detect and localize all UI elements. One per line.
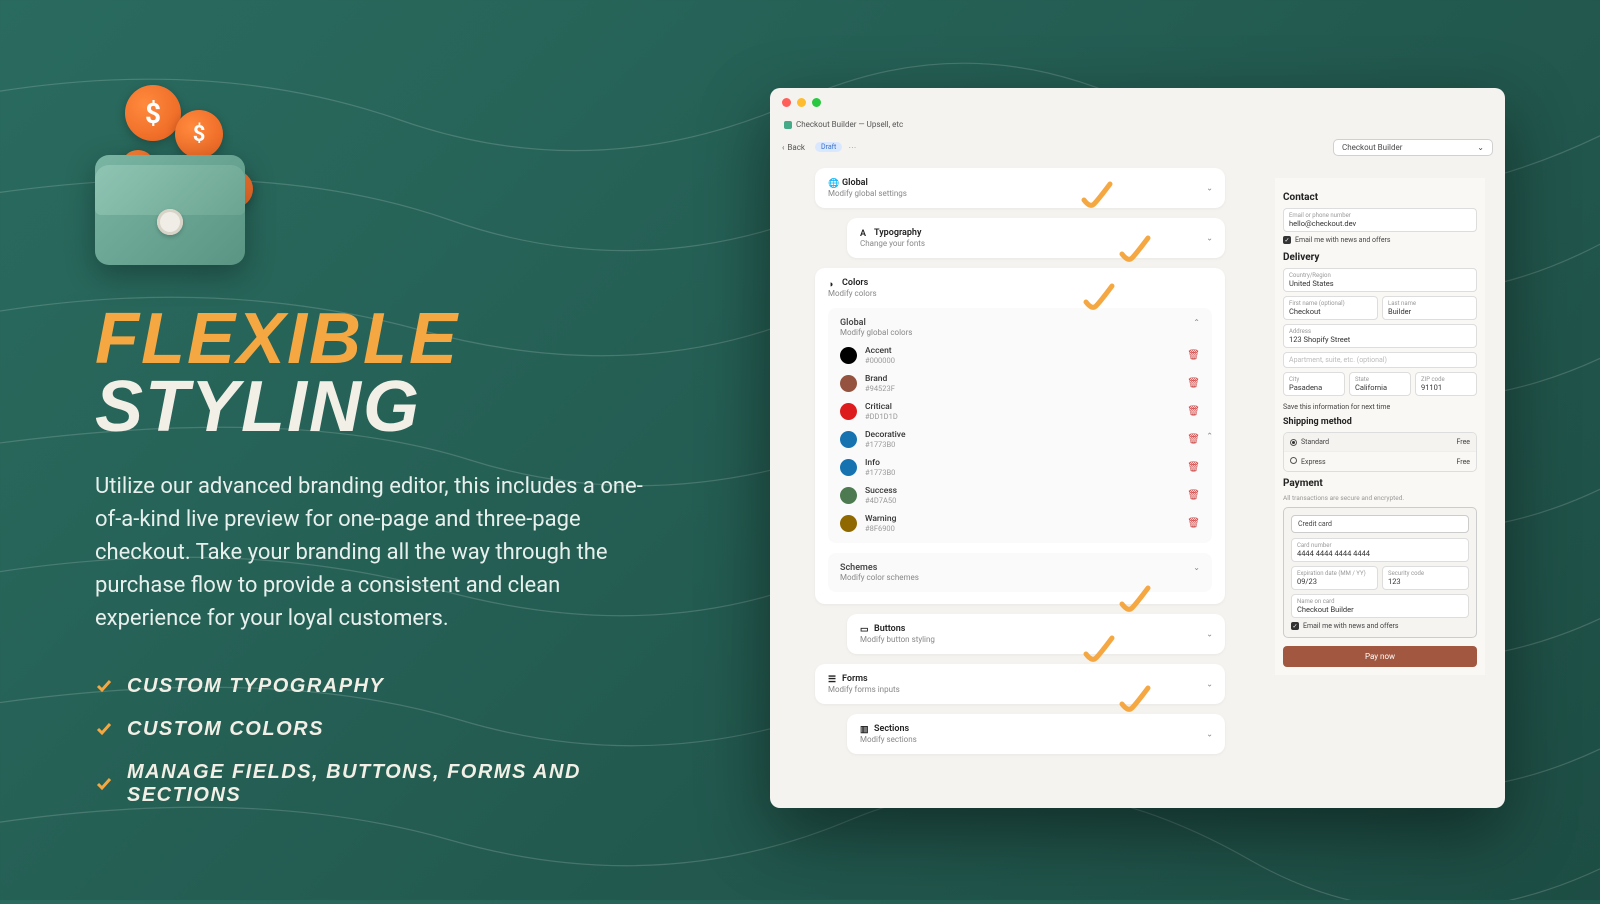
color-row[interactable]: Warning#8F6900🗑 [840, 514, 1200, 533]
color-row[interactable]: Decorative#1773B0🗑 [840, 430, 1200, 449]
trash-icon[interactable]: 🗑 [1187, 434, 1200, 445]
wallet-illustration: $$$$ [95, 85, 275, 265]
color-swatch [840, 403, 857, 420]
trash-icon[interactable]: 🗑 [1187, 350, 1200, 361]
trash-icon[interactable]: 🗑 [1187, 490, 1200, 501]
chevron-up-icon[interactable]: ⌃ [1193, 318, 1200, 327]
swoosh-icon [1118, 234, 1154, 270]
panel-forms[interactable]: ☰Forms Modify forms inputs ⌄ [815, 664, 1225, 704]
trash-icon[interactable]: 🗑 [1187, 406, 1200, 417]
chevron-down-icon: ⌄ [1206, 630, 1213, 639]
headline: FLEXIBLE STYLING [95, 305, 675, 442]
description: Utilize our advanced branding editor, th… [95, 470, 655, 635]
last-name-field[interactable]: Last nameBuilder [1382, 296, 1477, 320]
more-icon[interactable]: ⋯ [848, 143, 856, 152]
color-swatch [840, 431, 857, 448]
panel-colors[interactable]: ◑Colors Modify colors ⌃ GlobalModify glo… [815, 268, 1225, 604]
check-icon [95, 775, 113, 793]
swoosh-icon [1082, 634, 1118, 670]
swoosh-icon [1082, 282, 1118, 318]
email-field[interactable]: Email or phone numberhello@checkout.dev [1283, 208, 1477, 232]
check-icon [95, 677, 113, 695]
form-icon: ☰ [828, 675, 837, 684]
color-swatch [840, 459, 857, 476]
color-row[interactable]: Critical#DD1D1D🗑 [840, 402, 1200, 421]
swoosh-icon [1080, 180, 1116, 216]
app-window: Checkout Builder — Upsell, etc ‹Back Dra… [770, 88, 1505, 808]
color-swatch [840, 375, 857, 392]
swoosh-icon [1118, 584, 1154, 620]
chevron-down-icon: ⌄ [1206, 680, 1213, 689]
payment-heading: Payment [1283, 478, 1477, 489]
zip-field[interactable]: ZIP code91101 [1415, 372, 1477, 396]
state-field[interactable]: StateCalifornia [1349, 372, 1411, 396]
expiry-field[interactable]: Expiration date (MM / YY)09/23 [1291, 566, 1378, 590]
address-field[interactable]: Address123 Shopify Street [1283, 324, 1477, 348]
city-field[interactable]: CityPasadena [1283, 372, 1345, 396]
button-icon: ▭ [860, 625, 869, 634]
marketing-panel: $$$$ FLEXIBLE STYLING Utilize our advanc… [95, 85, 675, 827]
save-info-text: Save this information for next time [1283, 403, 1477, 411]
trash-icon[interactable]: 🗑 [1187, 518, 1200, 529]
panel-global[interactable]: 🌐Global Modify global settings ⌄ [815, 168, 1225, 208]
colors-schemes-section[interactable]: SchemesModify color schemes ⌄ [828, 553, 1212, 592]
checkout-preview: Contact Email or phone numberhello@check… [1275, 178, 1485, 675]
globe-icon: 🌐 [828, 179, 837, 188]
color-row[interactable]: Brand#94523F🗑 [840, 374, 1200, 393]
colors-global-section: GlobalModify global colors⌃ Accent#00000… [828, 308, 1212, 543]
chevron-left-icon: ‹ [782, 143, 784, 152]
payment-note: All transactions are secure and encrypte… [1283, 494, 1477, 502]
chevron-down-icon: ⌄ [1206, 730, 1213, 739]
shipping-heading: Shipping method [1283, 417, 1477, 427]
checkout-selector[interactable]: Checkout Builder⌄ [1333, 139, 1493, 156]
chevron-down-icon: ⌄ [1206, 184, 1213, 193]
swoosh-icon [1118, 684, 1154, 720]
check-icon [95, 720, 113, 738]
trash-icon[interactable]: 🗑 [1187, 378, 1200, 389]
trash-icon[interactable]: 🗑 [1187, 462, 1200, 473]
shipping-standard[interactable]: StandardFree [1284, 433, 1476, 452]
pay-now-button[interactable]: Pay now [1283, 646, 1477, 667]
shipping-express[interactable]: ExpressFree [1284, 452, 1476, 471]
chevron-up-icon: ⌃ [1206, 432, 1213, 441]
color-swatch [840, 515, 857, 532]
country-field[interactable]: Country/RegionUnited States [1283, 268, 1477, 292]
name-on-card-field[interactable]: Name on cardCheckout Builder [1291, 594, 1469, 618]
chevron-down-icon: ⌄ [1206, 234, 1213, 243]
apartment-field[interactable]: Apartment, suite, etc. (optional) [1283, 352, 1477, 368]
chevron-updown-icon: ⌄ [1477, 143, 1484, 152]
panel-typography[interactable]: ATypography Change your fonts ⌄ [847, 218, 1225, 258]
payment-newsletter-checkbox[interactable]: ✓Email me with news and offers [1291, 622, 1469, 630]
cvv-field[interactable]: Security code123 [1382, 566, 1469, 590]
draft-badge: Draft [815, 142, 842, 152]
color-row[interactable]: Accent#000000🗑 [840, 346, 1200, 365]
color-row[interactable]: Success#4D7A50🗑 [840, 486, 1200, 505]
chevron-down-icon: ⌄ [1193, 563, 1200, 572]
color-swatch [840, 487, 857, 504]
traffic-lights [782, 98, 821, 107]
color-swatch [840, 347, 857, 364]
first-name-field[interactable]: First name (optional)Checkout [1283, 296, 1378, 320]
payment-method[interactable]: Credit card [1291, 515, 1469, 533]
feature-list: CUSTOM TYPOGRAPHY CUSTOM COLORS MANAGE F… [95, 675, 675, 807]
typography-icon: A [860, 229, 869, 238]
panel-buttons[interactable]: ▭Buttons Modify button styling ⌄ [847, 614, 1225, 654]
card-number-field[interactable]: Card number4444 4444 4444 4444 [1291, 538, 1469, 562]
app-title: Checkout Builder — Upsell, etc [784, 120, 903, 129]
palette-icon: ◑ [828, 279, 837, 288]
sections-icon: ▥ [860, 725, 869, 734]
back-button[interactable]: ‹Back [782, 143, 805, 152]
newsletter-checkbox[interactable]: ✓Email me with news and offers [1283, 236, 1477, 244]
contact-heading: Contact [1283, 192, 1477, 203]
panel-sections[interactable]: ▥Sections Modify sections ⌄ [847, 714, 1225, 754]
delivery-heading: Delivery [1283, 252, 1477, 263]
color-row[interactable]: Info#1773B0🗑 [840, 458, 1200, 477]
